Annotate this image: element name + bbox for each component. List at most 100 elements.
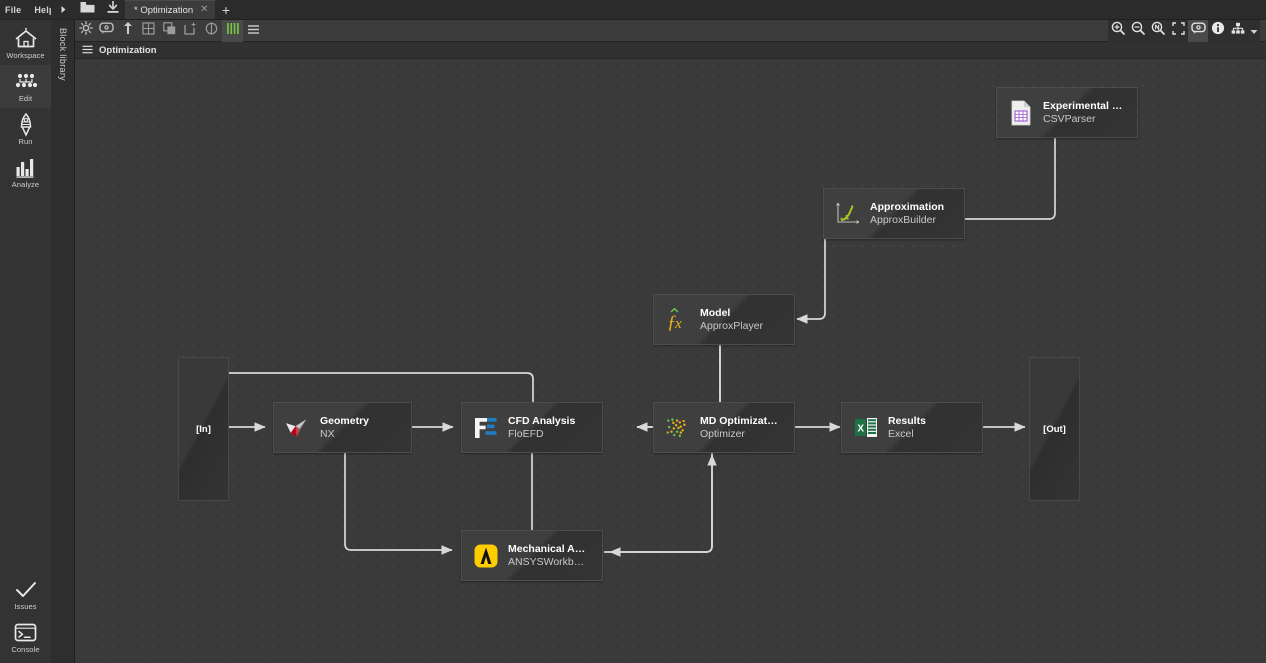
block-library-label: Block library <box>58 28 68 81</box>
zoom-in-icon <box>1111 21 1125 40</box>
block-library-panel[interactable]: Block library <box>51 0 75 663</box>
node-subtitle: Excel <box>888 428 926 440</box>
terminal-icon <box>14 622 37 644</box>
toolbar-left-group <box>75 20 264 42</box>
node-title: MD Optimizat… <box>700 415 778 427</box>
close-icon[interactable]: ✕ <box>200 5 208 15</box>
toolbar-add-block-button[interactable] <box>180 20 201 42</box>
node-approximation-approxbuilder[interactable]: Approximation ApproxBuilder <box>823 188 965 239</box>
workflow-canvas[interactable]: [In] [Out] <box>75 59 1266 663</box>
node-subtitle: FloEFD <box>508 428 575 440</box>
plus-icon: + <box>222 2 230 18</box>
zoom-reset-button[interactable] <box>1148 20 1168 42</box>
hamburger-icon[interactable] <box>82 41 93 59</box>
terminal-out[interactable]: [Out] <box>1029 357 1080 501</box>
parallel-bars-icon <box>226 22 240 40</box>
info-button[interactable] <box>1208 20 1228 42</box>
ansys-icon <box>473 543 499 569</box>
zoom-reset-icon <box>1151 21 1165 40</box>
toolbar-copy-button[interactable] <box>159 20 180 42</box>
terminal-in[interactable]: [In] <box>178 357 229 501</box>
comment-icon <box>1191 22 1206 40</box>
node-text: MD Optimizat… Optimizer <box>700 415 778 440</box>
hierarchy-dropdown-button[interactable] <box>1248 20 1260 42</box>
home-icon <box>14 28 38 50</box>
sidebar-item-workspace[interactable]: Workspace <box>0 22 51 65</box>
open-file-button[interactable] <box>75 0 100 19</box>
toolbar-mirror-button[interactable] <box>201 20 222 42</box>
sidebar-item-label: Workspace <box>6 52 44 60</box>
sidebar-item-analyze[interactable]: Analyze <box>0 151 51 194</box>
node-subtitle: ANSYSWorkb… <box>508 556 585 568</box>
toolbar-right-group <box>1108 20 1260 42</box>
add-square-icon <box>184 22 197 40</box>
node-subtitle: ApproxBuilder <box>870 214 944 226</box>
copy-icon <box>163 22 176 40</box>
edge-geometry-to-mechanical <box>345 451 452 550</box>
breadcrumb-label[interactable]: Optimization <box>99 45 157 56</box>
node-subtitle: Optimizer <box>700 428 778 440</box>
node-geometry-nx[interactable]: Geometry NX <box>273 402 412 453</box>
zoom-in-button[interactable] <box>1108 20 1128 42</box>
editor-toolbar <box>75 20 1266 42</box>
sidebar-item-console[interactable]: Console <box>0 616 51 659</box>
csv-file-icon <box>1008 100 1034 126</box>
zoom-out-button[interactable] <box>1128 20 1148 42</box>
node-model-approxplayer[interactable]: ƒ x Model ApproxPlayer <box>653 294 795 345</box>
fx-icon: ƒ x <box>665 307 691 333</box>
approx-chart-icon <box>835 201 861 227</box>
workflow-edges <box>75 59 1266 663</box>
svg-text:x: x <box>674 316 682 332</box>
node-title: CFD Analysis <box>508 415 575 427</box>
block-library-vertical-label-wrap: Block library <box>51 28 75 81</box>
menu-bar: File Help <box>0 0 51 20</box>
comment-icon <box>99 22 114 40</box>
sidebar-item-label: Run <box>18 138 32 146</box>
bar-chart-icon <box>14 157 38 179</box>
tab-optimization[interactable]: * Optimization ✕ <box>125 0 215 19</box>
scatter-dots-icon <box>665 415 691 441</box>
toolbar-grid-button[interactable] <box>138 20 159 42</box>
svg-text:X: X <box>857 423 864 434</box>
sidebar-item-issues[interactable]: Issues <box>0 573 51 616</box>
node-text: Approximation ApproxBuilder <box>870 201 944 226</box>
node-text: Results Excel <box>888 415 926 440</box>
nodes-icon <box>14 71 38 93</box>
hamburger-icon <box>247 22 260 40</box>
folder-open-icon <box>80 1 95 19</box>
node-text: Geometry NX <box>320 415 369 440</box>
edge-approximation-to-model <box>797 239 825 319</box>
toolbar-parallel-button[interactable] <box>222 20 243 42</box>
sidebar-item-edit[interactable]: Edit <box>0 65 51 108</box>
node-cfd-analysis-floefd[interactable]: CFD Analysis FloEFD <box>461 402 603 453</box>
node-experimental-csvparser[interactable]: Experimental … CSVParser <box>996 87 1138 138</box>
toolbar-settings-button[interactable] <box>75 20 96 42</box>
toolbar-comment-button[interactable] <box>96 20 117 42</box>
node-title: Geometry <box>320 415 369 427</box>
new-tab-button[interactable]: + <box>215 0 237 19</box>
hierarchy-button[interactable] <box>1228 20 1248 42</box>
sidebar-item-label: Issues <box>14 603 36 611</box>
rocket-icon <box>17 114 35 136</box>
menu-item-file[interactable]: File <box>5 5 21 15</box>
block-library-expand-button[interactable] <box>51 0 75 20</box>
mirror-icon <box>205 22 218 40</box>
toolbar-menu-button[interactable] <box>243 20 264 42</box>
node-title: Experimental … <box>1043 100 1122 112</box>
sidebar-bottom-nav: Issues Console <box>0 573 51 659</box>
node-subtitle: ApproxPlayer <box>700 320 763 332</box>
toolbar-move-up-button[interactable] <box>117 20 138 42</box>
save-file-button[interactable] <box>100 0 125 19</box>
node-results-excel[interactable]: X Results Excel <box>841 402 983 453</box>
node-subtitle: NX <box>320 428 369 440</box>
edge-optimizer-to-mechanical <box>610 451 712 552</box>
node-mechanical-ansys-workbench[interactable]: Mechanical A… ANSYSWorkb… <box>461 530 603 581</box>
fit-to-screen-button[interactable] <box>1168 20 1188 42</box>
node-text: Mechanical A… ANSYSWorkb… <box>508 543 585 568</box>
node-text: Model ApproxPlayer <box>700 307 763 332</box>
toggle-comments-button[interactable] <box>1188 20 1208 42</box>
zoom-out-icon <box>1131 21 1145 40</box>
sidebar-item-run[interactable]: Run <box>0 108 51 151</box>
node-md-optimization-optimizer[interactable]: MD Optimizat… Optimizer <box>653 402 795 453</box>
grid-icon <box>142 22 155 40</box>
